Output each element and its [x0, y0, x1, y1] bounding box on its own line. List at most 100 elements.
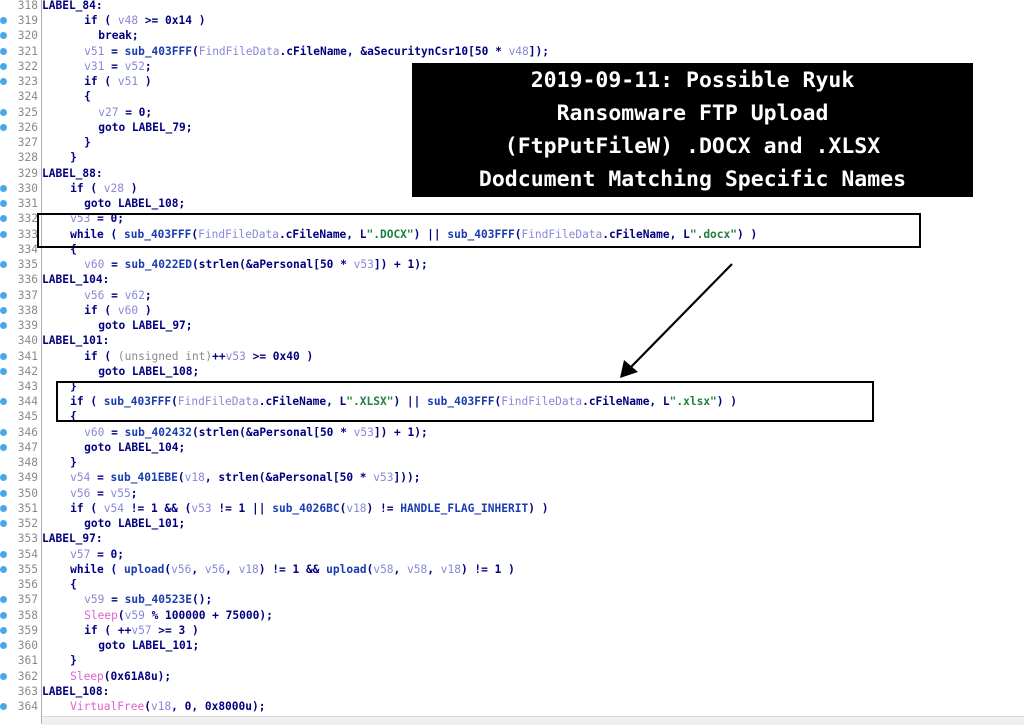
breakpoint-dot-icon[interactable] [0, 291, 7, 299]
code-token-api: VirtualFree [70, 700, 145, 714]
code-text: } [84, 135, 91, 150]
code-line[interactable]: 358 Sleep(v59 % 100000 + 75000); [0, 608, 1024, 623]
code-line[interactable]: 346 v60 = sub_402432(strlen(&aPersonal[50… [0, 425, 1024, 440]
breakpoint-dot-icon[interactable] [0, 550, 7, 558]
code-text: goto LABEL_97; [98, 318, 192, 333]
code-line[interactable]: 348} [0, 455, 1024, 470]
code-line[interactable]: 354 v57 = 0; [0, 547, 1024, 562]
code-token-var: v51 [84, 44, 105, 58]
breakpoint-dot-icon[interactable] [0, 108, 7, 116]
breakpoint-dot-icon[interactable] [0, 367, 7, 375]
code-line[interactable]: 353 LABEL_97: [0, 531, 1024, 546]
code-line[interactable]: 341 if ( (unsigned int)++v53 >= 0x40 ) [0, 349, 1024, 364]
breakpoint-dot-icon[interactable] [0, 62, 7, 70]
code-line[interactable]: 364 VirtualFree(v18, 0, 0x8000u); [0, 699, 1024, 714]
breakpoint-dot-icon[interactable] [0, 200, 7, 208]
code-token-var: v53 [353, 425, 374, 439]
code-text: goto LABEL_108; [84, 196, 185, 211]
code-line[interactable]: 339 goto LABEL_97; [0, 318, 1024, 333]
line-number: 338 [17, 303, 38, 317]
code-line[interactable]: 356 { [0, 577, 1024, 592]
callout-line-3: (FtpPutFileW) .DOCX and .XLSX [504, 134, 881, 159]
breakpoint-dot-icon[interactable] [0, 230, 7, 238]
code-token-kw: ; [144, 288, 152, 302]
code-line[interactable]: 342 goto LABEL_108; [0, 364, 1024, 379]
code-token-kw: ) != 1 ) [460, 562, 515, 576]
annotation-callout: 2019-09-11: Possible Ryuk Ransomware FTP… [412, 63, 973, 197]
code-line[interactable]: 335 v60 = sub_4022ED(strlen(&aPersonal[50… [0, 257, 1024, 272]
breakpoint-dot-icon[interactable] [0, 443, 7, 451]
code-line[interactable]: 319 if ( v48 >= 0x14 ) [0, 13, 1024, 28]
code-token-kw: , [393, 562, 408, 576]
breakpoint-dot-icon[interactable] [0, 261, 7, 269]
code-token-kw: ) != 1 && [258, 562, 327, 576]
code-text: v31 = v52; [84, 59, 151, 74]
code-line[interactable]: 352 goto LABEL_101; [0, 516, 1024, 531]
code-token-kw: ( [144, 700, 151, 714]
code-token-var: v53 [191, 501, 212, 515]
breakpoint-dot-icon[interactable] [0, 504, 7, 512]
code-text: } [70, 150, 77, 165]
breakpoint-dot-icon[interactable] [0, 565, 7, 573]
breakpoint-dot-icon[interactable] [0, 398, 7, 406]
breakpoint-dot-icon[interactable] [0, 428, 7, 436]
code-line[interactable]: 355 while ( upload(v56, v56, v18) != 1 &&… [0, 562, 1024, 577]
code-line[interactable]: 350 v56 = v55; [0, 486, 1024, 501]
code-line[interactable]: 320 break; [0, 28, 1024, 43]
breakpoint-dot-icon[interactable] [0, 32, 7, 40]
code-token-kw: , 0, 0x8000u); [171, 700, 266, 714]
code-token-var: v58 [407, 562, 428, 576]
code-token-kw: if ( [84, 75, 118, 89]
code-line[interactable]: 357 v59 = sub_40523E(); [0, 592, 1024, 607]
breakpoint-dot-icon[interactable] [0, 322, 7, 330]
line-number: 327 [17, 136, 38, 150]
breakpoint-dot-icon[interactable] [0, 78, 7, 86]
breakpoint-dot-icon[interactable] [0, 123, 7, 131]
code-text: v60 = sub_4022ED(strlen(&aPersonal[50 * … [84, 257, 428, 272]
breakpoint-dot-icon[interactable] [0, 672, 7, 680]
line-number: 322 [17, 59, 38, 73]
breakpoint-dot-icon[interactable] [0, 703, 7, 711]
code-token-kw: = 0; [118, 105, 153, 119]
code-line[interactable]: 349 v54 = sub_401EBE(v18, strlen(&aPerson… [0, 470, 1024, 485]
breakpoint-dot-icon[interactable] [0, 47, 7, 55]
code-line[interactable]: 360 goto LABEL_101; [0, 638, 1024, 653]
code-line[interactable]: 351 if ( v54 != 1 && (v53 != 1 || sub_402… [0, 501, 1024, 516]
code-line[interactable]: 359 if ( ++v57 >= 3 ) [0, 623, 1024, 638]
code-line[interactable]: 340 LABEL_101: [0, 333, 1024, 348]
code-token-kw: (); [191, 593, 213, 607]
code-line[interactable]: 321 v51 = sub_403FFF(FindFileData.cFileNa… [0, 44, 1024, 59]
code-text: v57 = 0; [70, 547, 124, 562]
breakpoint-dot-icon[interactable] [0, 626, 7, 634]
code-line[interactable]: 361} [0, 653, 1024, 668]
code-line[interactable]: 337 v56 = v62; [0, 288, 1024, 303]
breakpoint-dot-icon[interactable] [0, 17, 7, 25]
breakpoint-dot-icon[interactable] [0, 489, 7, 497]
code-token-kw: { [70, 578, 77, 592]
code-text: goto LABEL_104; [84, 440, 185, 455]
breakpoint-dot-icon[interactable] [0, 520, 7, 528]
breakpoint-dot-icon[interactable] [0, 215, 7, 223]
code-line[interactable]: 336 LABEL_104: [0, 272, 1024, 287]
breakpoint-dot-icon[interactable] [0, 352, 7, 360]
breakpoint-dot-icon[interactable] [0, 596, 7, 604]
breakpoint-dot-icon[interactable] [0, 474, 7, 482]
breakpoint-dot-icon[interactable] [0, 642, 7, 650]
code-text: if ( v54 != 1 && (v53 != 1 || sub_4026BC… [70, 501, 548, 516]
breakpoint-dot-icon[interactable] [0, 611, 7, 619]
code-token-lbl: LABEL_108: [42, 684, 110, 698]
code-token-var: v31 [84, 59, 105, 73]
code-text: LABEL_84: [42, 0, 103, 13]
breakpoint-dot-icon[interactable] [0, 184, 7, 192]
code-line[interactable]: 338 if ( v60 ) [0, 303, 1024, 318]
code-line[interactable]: 331 goto LABEL_108; [0, 196, 1024, 211]
code-line[interactable]: 318 LABEL_84: [0, 0, 1024, 13]
code-token-kw: ])); [393, 471, 421, 485]
code-token-var: v59 [84, 593, 105, 607]
line-number: 341 [17, 349, 38, 363]
code-text: { [84, 89, 91, 104]
breakpoint-dot-icon[interactable] [0, 306, 7, 314]
code-line[interactable]: 363 LABEL_108: [0, 684, 1024, 699]
code-line[interactable]: 347 goto LABEL_104; [0, 440, 1024, 455]
code-line[interactable]: 362 Sleep(0x61A8u); [0, 669, 1024, 684]
